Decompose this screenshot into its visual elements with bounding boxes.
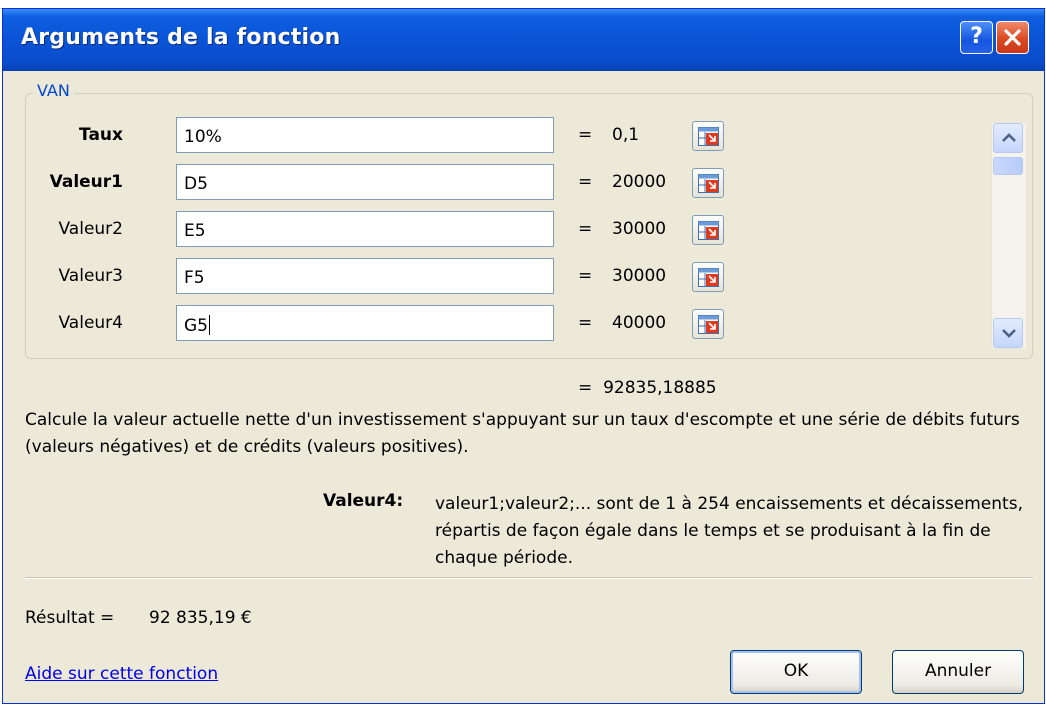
argument-value: 10% (184, 127, 222, 147)
formula-result: = 92835,18885 (578, 378, 717, 398)
argument-value: E5 (184, 221, 206, 241)
scroll-up-button[interactable] (993, 123, 1023, 153)
text-caret (209, 315, 210, 335)
range-selector-icon (698, 268, 719, 287)
equals-sign: = (578, 172, 593, 192)
result-value: 92 835,19 € (149, 608, 252, 628)
active-argument-name: Valeur4: (323, 491, 404, 511)
range-selector-button[interactable] (692, 262, 724, 292)
argument-row-taux: Taux 10% = 0,1 (3, 117, 1003, 155)
scroll-down-button[interactable] (993, 318, 1023, 348)
argument-evaluated-value: 30000 (612, 266, 667, 286)
range-selector-icon (698, 315, 719, 334)
result-label: Résultat = (25, 608, 115, 628)
arguments-scrollbar[interactable] (991, 123, 1026, 348)
active-argument-help: valeur1;valeur2;... sont de 1 à 254 enca… (435, 494, 1023, 568)
divider (25, 577, 1033, 579)
scroll-down-icon (1002, 329, 1016, 338)
title-bar[interactable]: Arguments de la fonction ? (3, 9, 1044, 71)
argument-input-valeur4[interactable]: G5 (176, 305, 724, 341)
argument-label: Valeur4 (58, 313, 124, 333)
argument-label: Taux (79, 125, 123, 145)
function-name-label: VAN (33, 81, 74, 100)
argument-evaluated-value: 0,1 (612, 125, 640, 145)
argument-input-valeur2[interactable]: E5 (176, 211, 724, 247)
argument-evaluated-value: 40000 (612, 313, 667, 333)
argument-value-wrap: G5 (184, 315, 210, 336)
range-selector-button[interactable] (692, 168, 724, 198)
argument-value: D5 (184, 174, 208, 194)
range-selector-icon (698, 174, 719, 193)
close-button[interactable] (996, 21, 1029, 54)
cancel-button[interactable]: Annuler (892, 650, 1024, 694)
equals-sign: = (578, 125, 593, 145)
argument-evaluated-value: 20000 (612, 172, 667, 192)
help-icon: ? (970, 24, 983, 49)
close-icon (1004, 29, 1021, 46)
argument-value: G5 (184, 316, 208, 336)
argument-input-taux[interactable]: 10% (176, 117, 724, 153)
range-selector-icon (698, 127, 719, 146)
argument-label: Valeur3 (58, 266, 124, 286)
equals-sign: = (578, 219, 593, 239)
help-button[interactable]: ? (960, 21, 993, 54)
equals-sign: = (578, 378, 593, 398)
argument-row-valeur1: Valeur1 D5 = 20000 (3, 164, 1003, 202)
range-selector-button[interactable] (692, 309, 724, 339)
function-arguments-dialog: Arguments de la fonction ? VAN Taux 10% (2, 8, 1045, 704)
formula-result-value: 92835,18885 (603, 378, 717, 398)
argument-input-valeur1[interactable]: D5 (176, 164, 724, 200)
argument-row-valeur2: Valeur2 E5 = 30000 (3, 211, 1003, 249)
scroll-thumb[interactable] (993, 157, 1023, 175)
ok-button[interactable]: OK (730, 650, 862, 694)
range-selector-button[interactable] (692, 215, 724, 245)
scroll-up-icon (1002, 133, 1016, 142)
range-selector-button[interactable] (692, 121, 724, 151)
argument-label: Valeur2 (58, 219, 124, 239)
dialog-title: Arguments de la fonction (21, 25, 341, 50)
argument-row-valeur3: Valeur3 F5 = 30000 (3, 258, 1003, 296)
equals-sign: = (578, 266, 593, 286)
argument-evaluated-value: 30000 (612, 219, 667, 239)
range-selector-icon (698, 221, 719, 240)
argument-label: Valeur1 (49, 172, 123, 192)
argument-value: F5 (184, 268, 205, 288)
function-help-link[interactable]: Aide sur cette fonction (25, 664, 218, 684)
function-description: Calcule la valeur actuelle nette d'un in… (25, 410, 1020, 457)
argument-input-valeur3[interactable]: F5 (176, 258, 724, 294)
argument-row-valeur4: Valeur4 G5 = 40000 (3, 305, 1003, 343)
equals-sign: = (578, 313, 593, 333)
